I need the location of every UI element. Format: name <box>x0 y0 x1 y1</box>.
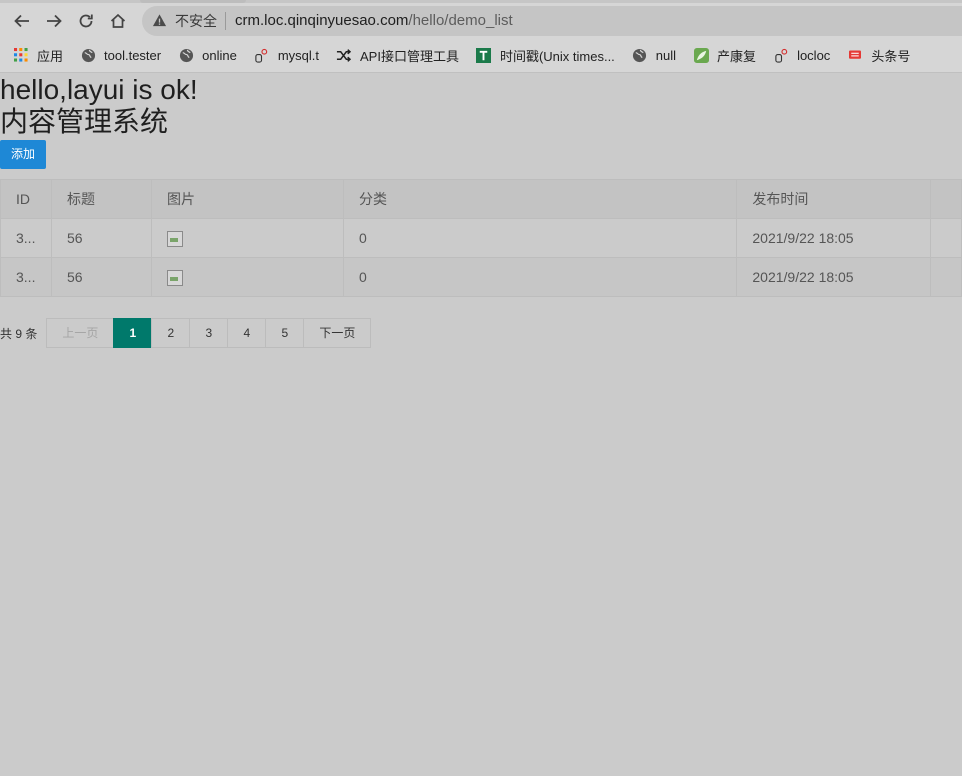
cell-time: 2021/9/22 18:05 <box>736 218 931 258</box>
column-header-image[interactable]: 图片 <box>151 179 345 219</box>
table-header-row: ID 标题 图片 分类 发布时间 <box>0 179 962 219</box>
page-5-button[interactable]: 5 <box>265 318 305 348</box>
address-divider <box>225 11 226 30</box>
home-icon[interactable] <box>102 5 134 37</box>
url-path[interactable]: /hello/demo_list <box>408 12 512 29</box>
cell-title: 56 <box>50 257 153 297</box>
cell-time: 2021/9/22 18:05 <box>736 257 931 297</box>
bookmark-label: API接口管理工具 <box>359 48 459 64</box>
t-square-icon <box>476 47 492 63</box>
column-header-time[interactable]: 发布时间 <box>736 179 931 219</box>
page-1-button[interactable]: 1 <box>113 318 153 348</box>
warning-triangle-icon[interactable] <box>152 13 168 29</box>
tab-strip <box>0 0 962 3</box>
apps-grid-icon <box>13 47 29 63</box>
bookmark-tool-tester[interactable]: tool.tester <box>80 47 161 63</box>
cell-id: 3... <box>0 257 52 297</box>
leaf-icon <box>693 47 709 63</box>
bookmark-locloc[interactable]: locloc <box>773 47 830 63</box>
dbeaver-icon <box>254 47 270 63</box>
table-row[interactable]: 3... 56 0 2021/9/22 18:05 <box>0 218 962 258</box>
column-header-extra <box>929 179 962 219</box>
address-bar[interactable]: 不安全 crm.loc.qinqinyuesao.com/hello/demo_… <box>142 5 962 36</box>
broken-image-icon <box>167 269 184 286</box>
shuffle-icon <box>336 47 352 63</box>
forward-arrow-icon[interactable] <box>38 5 70 37</box>
bookmark-chankangfu[interactable]: 产康复 <box>693 46 756 65</box>
bookmarks-bar: 应用 tool.tester online mysql.t API接口管理工具 … <box>0 38 962 73</box>
cell-extra <box>929 257 962 297</box>
total-count: 共 9 条 <box>0 326 38 341</box>
bookmark-null[interactable]: null <box>632 47 676 63</box>
globe-icon <box>80 47 96 63</box>
bookmark-mysql[interactable]: mysql.t <box>254 47 319 63</box>
column-header-category[interactable]: 分类 <box>343 179 738 219</box>
bookmark-timestamp[interactable]: 时间戳(Unix times... <box>476 46 615 65</box>
column-header-id[interactable]: ID <box>0 179 52 219</box>
globe-icon <box>178 47 194 63</box>
cell-id: 3... <box>0 218 52 258</box>
pagination: 共 9 条 上一页 1 2 3 4 5 下一页 <box>0 318 962 348</box>
bookmark-toutiao[interactable]: 头条号 <box>847 46 910 65</box>
bookmark-label: 头条号 <box>871 48 911 64</box>
bookmark-online[interactable]: online <box>178 47 237 63</box>
prev-page-button[interactable]: 上一页 <box>46 318 115 348</box>
url-host[interactable]: crm.loc.qinqinyuesao.com <box>235 12 408 29</box>
bookmark-label: locloc <box>797 47 831 63</box>
page-2-button[interactable]: 2 <box>151 318 191 348</box>
nav-buttons <box>0 5 134 37</box>
bookmark-apps[interactable]: 应用 <box>13 46 63 65</box>
back-arrow-icon[interactable] <box>6 5 38 37</box>
toutiao-icon <box>847 47 863 63</box>
reload-icon[interactable] <box>70 5 102 37</box>
bookmark-label: online <box>202 47 237 63</box>
greeting-heading: hello,layui is ok! <box>0 74 198 105</box>
bookmark-label: 产康复 <box>717 48 757 64</box>
insecure-label[interactable]: 不安全 <box>175 11 217 31</box>
page-3-button[interactable]: 3 <box>189 318 229 348</box>
table-row[interactable]: 3... 56 0 2021/9/22 18:05 <box>0 257 962 297</box>
active-tab-indicator[interactable] <box>140 0 246 3</box>
broken-image-icon <box>167 230 184 247</box>
bookmark-api-tool[interactable]: API接口管理工具 <box>336 46 459 65</box>
globe-icon <box>632 47 648 63</box>
content-table: ID 标题 图片 分类 发布时间 3... 56 0 2021/9/22 18:… <box>0 179 962 297</box>
page-4-button[interactable]: 4 <box>227 318 267 348</box>
column-header-title[interactable]: 标题 <box>50 179 153 219</box>
bookmark-label: null <box>655 47 677 63</box>
add-button[interactable]: 添加 <box>0 140 47 169</box>
browser-toolbar: 不安全 crm.loc.qinqinyuesao.com/hello/demo_… <box>0 3 962 38</box>
cell-category: 0 <box>343 257 738 297</box>
next-page-button[interactable]: 下一页 <box>303 318 372 348</box>
cell-title: 56 <box>50 218 153 258</box>
bookmark-label: tool.tester <box>104 47 162 63</box>
cell-image <box>151 257 345 297</box>
browser-chrome: 不安全 crm.loc.qinqinyuesao.com/hello/demo_… <box>0 0 962 73</box>
cell-category: 0 <box>343 218 738 258</box>
bookmark-label: 应用 <box>37 48 64 64</box>
bookmark-label: 时间戳(Unix times... <box>499 48 615 64</box>
page-content: hello,layui is ok! 内容管理系统 添加 ID 标题 图片 分类… <box>0 73 962 348</box>
cell-image <box>151 218 345 258</box>
cell-extra <box>929 218 962 258</box>
bookmark-label: mysql.t <box>277 47 319 63</box>
dbeaver-icon <box>773 47 789 63</box>
page-title: 内容管理系统 <box>0 106 169 137</box>
